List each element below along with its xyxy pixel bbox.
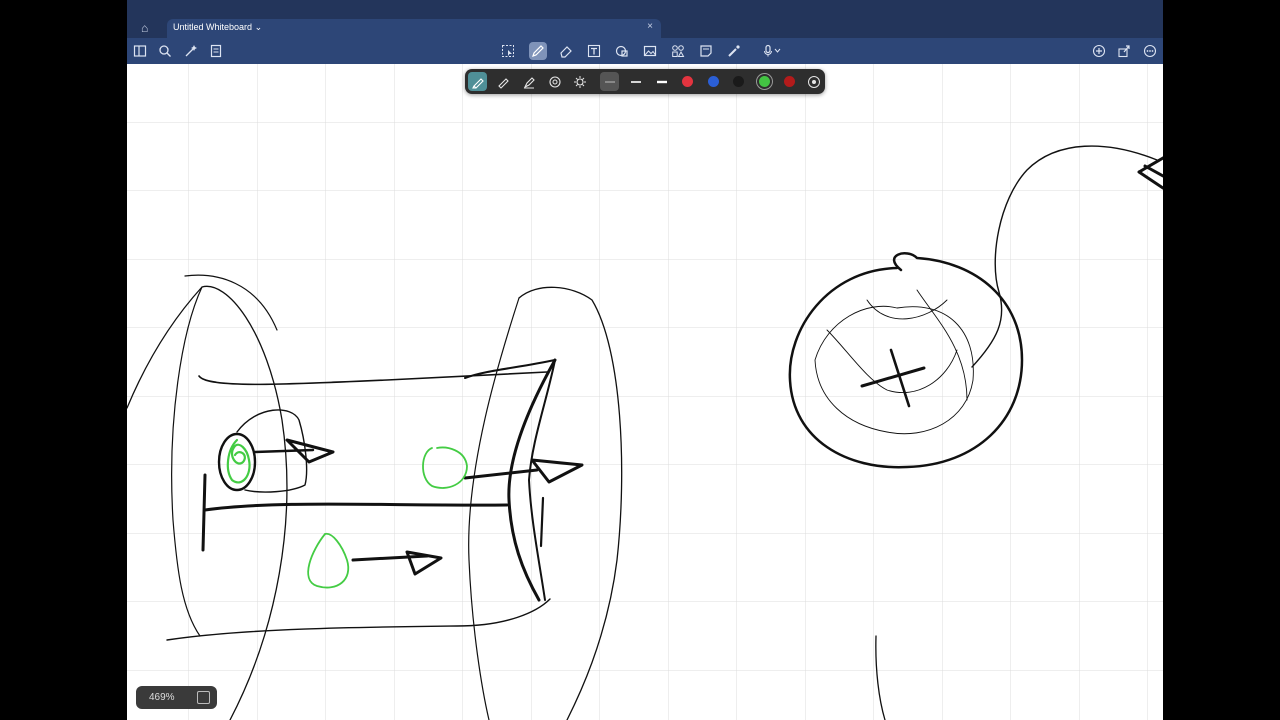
- zoom-indicator[interactable]: 469%: [136, 686, 217, 709]
- stroke-width-thick[interactable]: [652, 72, 671, 91]
- title-bar: ⌂ Untitled Whiteboard ⌄ ×: [127, 0, 1163, 38]
- close-icon[interactable]: ×: [647, 21, 653, 32]
- search-icon[interactable]: [156, 42, 174, 60]
- pen-toolbar: [465, 69, 825, 94]
- ballpoint-pen-icon[interactable]: [493, 72, 512, 91]
- color-swatch-green[interactable]: [759, 76, 770, 87]
- zoom-level: 469%: [149, 692, 175, 703]
- pen-icon[interactable]: [529, 42, 547, 60]
- color-swatch-red[interactable]: [682, 76, 693, 87]
- stroke-width-thin[interactable]: [600, 72, 619, 91]
- grid-background: [127, 64, 1163, 720]
- fit-to-screen-icon[interactable]: [197, 691, 210, 704]
- color-picker-icon[interactable]: [804, 72, 823, 91]
- lasso-select-icon[interactable]: [499, 42, 517, 60]
- whiteboard-app: ⌂ Untitled Whiteboard ⌄ × 469%: [127, 0, 1163, 720]
- sticky-note-icon[interactable]: [697, 42, 715, 60]
- laser-pointer-icon[interactable]: [725, 42, 743, 60]
- text-box-icon[interactable]: [585, 42, 603, 60]
- image-icon[interactable]: [641, 42, 659, 60]
- elements-icon[interactable]: [669, 42, 687, 60]
- more-icon[interactable]: [1141, 42, 1159, 60]
- main-toolbar: [127, 38, 1163, 64]
- eraser-icon[interactable]: [557, 42, 575, 60]
- magic-wand-icon[interactable]: [182, 42, 200, 60]
- share-icon[interactable]: [1115, 42, 1133, 60]
- chevron-down-icon[interactable]: ⌄: [255, 22, 263, 32]
- add-icon[interactable]: [1090, 42, 1108, 60]
- home-icon[interactable]: ⌂: [141, 21, 148, 35]
- fountain-pen-icon[interactable]: [468, 72, 487, 91]
- notes-icon[interactable]: [207, 42, 225, 60]
- color-swatch-blue[interactable]: [708, 76, 719, 87]
- color-swatch-dark-red[interactable]: [784, 76, 795, 87]
- highlighter-icon[interactable]: [519, 72, 538, 91]
- sidebar-icon[interactable]: [131, 42, 149, 60]
- color-swatch-black[interactable]: [733, 76, 744, 87]
- stroke-width-medium[interactable]: [626, 72, 645, 91]
- settings-icon[interactable]: [570, 72, 589, 91]
- tab-untitled-whiteboard[interactable]: Untitled Whiteboard ⌄ ×: [167, 19, 661, 38]
- shape-pen-icon[interactable]: [545, 72, 564, 91]
- shapes-icon[interactable]: [613, 42, 631, 60]
- audio-icon[interactable]: [759, 42, 785, 60]
- tab-title: Untitled Whiteboard ⌄: [173, 22, 263, 32]
- drawing-canvas[interactable]: [127, 64, 1163, 720]
